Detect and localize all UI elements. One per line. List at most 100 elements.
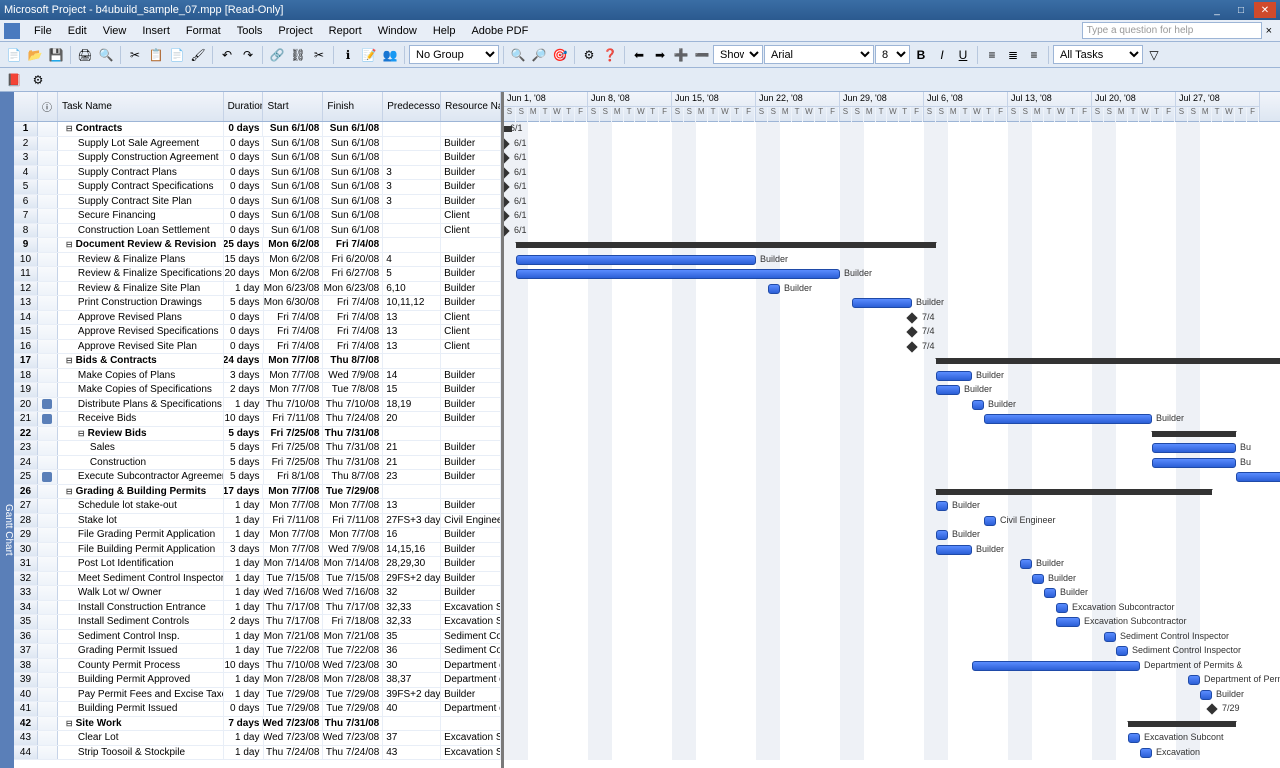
duration-cell[interactable]: 0 days — [224, 340, 264, 354]
resource-cell[interactable]: Excavation Sub — [441, 601, 501, 615]
taskname-cell[interactable]: Strip Toosoil & Stockpile — [58, 746, 224, 760]
table-row[interactable]: 40Pay Permit Fees and Excise Taxes1 dayT… — [14, 688, 501, 703]
predecessors-cell[interactable]: 4 — [383, 253, 441, 267]
gantt-row[interactable]: Builder — [504, 383, 1280, 398]
finish-cell[interactable]: Wed 7/9/08 — [323, 369, 383, 383]
resource-cell[interactable]: Builder — [441, 166, 501, 180]
row-number[interactable]: 20 — [14, 398, 38, 412]
start-cell[interactable]: Thu 7/17/08 — [264, 615, 324, 629]
table-row[interactable]: 8Construction Loan Settlement0 daysSun 6… — [14, 224, 501, 239]
finish-cell[interactable]: Mon 6/23/08 — [323, 282, 383, 296]
finish-cell[interactable]: Sun 6/1/08 — [323, 137, 383, 151]
table-row[interactable]: 17⊟Bids & Contracts24 daysMon 7/7/08Thu … — [14, 354, 501, 369]
gantt-row[interactable]: Builder — [504, 398, 1280, 413]
table-row[interactable]: 29File Grading Permit Application1 dayMo… — [14, 528, 501, 543]
duration-cell[interactable]: 1 day — [224, 398, 264, 412]
finish-cell[interactable]: Mon 7/7/08 — [323, 528, 383, 542]
resource-cell[interactable]: Excavation Sub — [441, 746, 501, 760]
row-number[interactable]: 21 — [14, 412, 38, 426]
table-row[interactable]: 2Supply Lot Sale Agreement0 daysSun 6/1/… — [14, 137, 501, 152]
taskname-cell[interactable]: Walk Lot w/ Owner — [58, 586, 224, 600]
start-cell[interactable]: Sun 6/1/08 — [264, 137, 324, 151]
finish-cell[interactable]: Tue 7/29/08 — [323, 485, 383, 499]
row-number[interactable]: 33 — [14, 586, 38, 600]
finish-cell[interactable]: Sun 6/1/08 — [323, 209, 383, 223]
resource-cell[interactable]: Builder — [441, 499, 501, 513]
resource-cell[interactable]: Department of F — [441, 673, 501, 687]
resource-cell[interactable]: Client — [441, 224, 501, 238]
duration-cell[interactable]: 3 days — [224, 369, 264, 383]
start-cell[interactable]: Sun 6/1/08 — [264, 224, 324, 238]
task-bar[interactable] — [984, 516, 996, 526]
finish-cell[interactable]: Sun 6/1/08 — [323, 224, 383, 238]
align-center-icon[interactable]: ≣ — [1003, 45, 1023, 65]
gantt-row[interactable]: 6/1 — [504, 209, 1280, 224]
task-bar[interactable] — [1128, 733, 1140, 743]
taskname-cell[interactable]: ⊟Contracts — [58, 122, 224, 136]
table-row[interactable]: 18Make Copies of Plans3 daysMon 7/7/08We… — [14, 369, 501, 384]
duration-cell[interactable]: 0 days — [224, 137, 264, 151]
finish-cell[interactable]: Thu 8/7/08 — [323, 470, 383, 484]
align-left-icon[interactable]: ≡ — [982, 45, 1002, 65]
row-number[interactable]: 12 — [14, 282, 38, 296]
resource-cell[interactable]: Builder — [441, 543, 501, 557]
start-cell[interactable]: Fri 7/4/08 — [264, 325, 324, 339]
finish-cell[interactable]: Fri 7/4/08 — [323, 311, 383, 325]
gantt-row[interactable]: Builder — [504, 572, 1280, 587]
week-header[interactable]: Jul 13, '08SSMTWTF — [1008, 92, 1092, 121]
finish-cell[interactable]: Thu 7/17/08 — [323, 601, 383, 615]
row-number[interactable]: 30 — [14, 543, 38, 557]
task-bar[interactable] — [1104, 632, 1116, 642]
duration-cell[interactable]: 0 days — [224, 209, 264, 223]
minimize-button[interactable]: _ — [1206, 2, 1228, 18]
resource-cell[interactable]: Builder — [441, 398, 501, 412]
finish-cell[interactable]: Mon 7/28/08 — [323, 673, 383, 687]
filter-select[interactable]: All Tasks — [1053, 45, 1143, 64]
row-number[interactable]: 35 — [14, 615, 38, 629]
hide-subtasks-icon[interactable]: ➖ — [692, 45, 712, 65]
table-row[interactable]: 3Supply Construction Agreement0 daysSun … — [14, 151, 501, 166]
resource-cell[interactable]: Builder — [441, 528, 501, 542]
duration-cell[interactable]: 17 days — [224, 485, 264, 499]
split-icon[interactable]: ✂ — [309, 45, 329, 65]
gantt-row[interactable]: Department of Permit — [504, 673, 1280, 688]
week-header[interactable]: Jun 22, '08SSMTWTF — [756, 92, 840, 121]
row-number[interactable]: 28 — [14, 514, 38, 528]
predecessors-cell[interactable]: 39FS+2 days — [383, 688, 441, 702]
menu-insert[interactable]: Insert — [134, 22, 178, 40]
resource-cell[interactable]: Builder — [441, 572, 501, 586]
predecessors-cell[interactable]: 6,10 — [383, 282, 441, 296]
taskname-cell[interactable]: ⊟Bids & Contracts — [58, 354, 224, 368]
milestone-icon[interactable] — [504, 181, 510, 192]
task-bar[interactable] — [1140, 748, 1152, 758]
gantt-row[interactable]: Civil Engineer — [504, 514, 1280, 529]
help-search[interactable]: Type a question for help — [1082, 22, 1262, 39]
resource-cell[interactable]: Builder — [441, 441, 501, 455]
week-header[interactable]: Jul 20, '08SSMTWTF — [1092, 92, 1176, 121]
predecessors-cell[interactable]: 40 — [383, 702, 441, 716]
taskname-cell[interactable]: ⊟Site Work — [58, 717, 224, 731]
table-row[interactable]: 5Supply Contract Specifications0 daysSun… — [14, 180, 501, 195]
fontsize-select[interactable]: 8 — [875, 45, 910, 64]
taskname-cell[interactable]: Sediment Control Insp. — [58, 630, 224, 644]
wizard-icon[interactable]: ⚙ — [579, 45, 599, 65]
taskname-cell[interactable]: Make Copies of Specifications — [58, 383, 224, 397]
taskname-cell[interactable]: Distribute Plans & Specifications — [58, 398, 224, 412]
start-cell[interactable]: Mon 6/2/08 — [264, 267, 324, 281]
gantt-row[interactable]: Builder — [504, 586, 1280, 601]
taskname-cell[interactable]: Clear Lot — [58, 731, 224, 745]
link-icon[interactable]: 🔗 — [267, 45, 287, 65]
finish-cell[interactable]: Thu 8/7/08 — [323, 354, 383, 368]
gantt-row[interactable]: Builder — [504, 267, 1280, 282]
milestone-icon[interactable] — [906, 341, 917, 352]
col-duration[interactable]: Duration — [224, 92, 264, 121]
resource-cell[interactable] — [441, 238, 501, 252]
row-number[interactable]: 32 — [14, 572, 38, 586]
taskname-cell[interactable]: Review & Finalize Plans — [58, 253, 224, 267]
predecessors-cell[interactable]: 37 — [383, 731, 441, 745]
unlink-icon[interactable]: ⛓ — [288, 45, 308, 65]
predecessors-cell[interactable]: 35 — [383, 630, 441, 644]
predecessors-cell[interactable]: 36 — [383, 644, 441, 658]
predecessors-cell[interactable]: 43 — [383, 746, 441, 760]
row-number[interactable]: 3 — [14, 151, 38, 165]
